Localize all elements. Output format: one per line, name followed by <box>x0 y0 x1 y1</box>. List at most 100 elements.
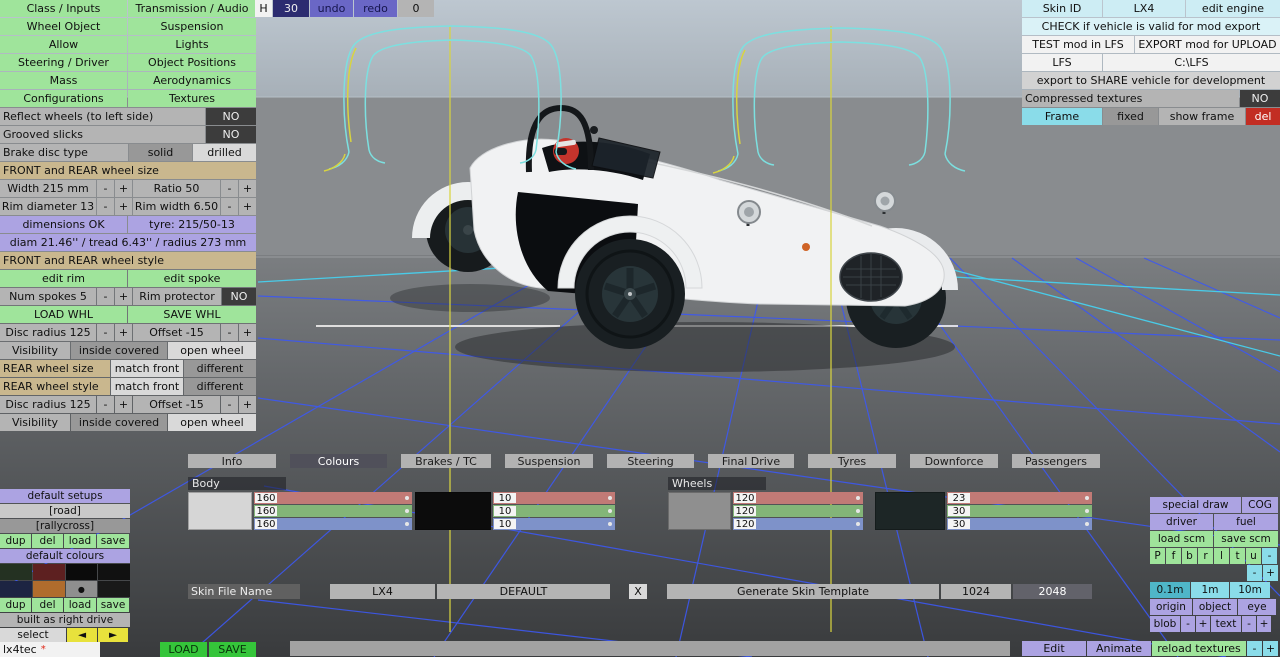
red-slider[interactable]: 10 <box>493 492 615 504</box>
slider-handle[interactable] <box>856 509 860 513</box>
vehicle-load-button[interactable]: LOAD <box>160 642 207 657</box>
rear-open-wheel-option[interactable]: open wheel <box>168 414 256 431</box>
body-colour-1-swatch[interactable] <box>188 492 252 530</box>
menu-mass[interactable]: Mass <box>0 72 127 89</box>
skin-res-2048-option[interactable]: 2048 <box>1013 584 1092 599</box>
green-slider[interactable]: 10 <box>493 505 615 517</box>
centre-origin-option[interactable]: origin <box>1150 599 1192 615</box>
slider-handle[interactable] <box>856 496 860 500</box>
tab-brakes-tc[interactable]: Brakes / TC <box>401 454 491 468</box>
tab-steering[interactable]: Steering <box>607 454 694 468</box>
num-spokes-minus-button[interactable]: - <box>97 288 114 305</box>
blob-plus-button[interactable]: + <box>1196 616 1210 632</box>
save-whl-button[interactable]: SAVE WHL <box>128 306 256 323</box>
menu-transmission-audio[interactable]: Transmission / Audio <box>128 0 256 17</box>
slider-handle[interactable] <box>1085 509 1089 513</box>
default-setups-header[interactable]: default setups <box>0 489 130 503</box>
tab-downforce[interactable]: Downforce <box>910 454 998 468</box>
grooved-slicks-value[interactable]: NO <box>206 126 256 143</box>
front-offset-minus-button[interactable]: - <box>221 324 238 341</box>
history-steps-value[interactable]: 30 <box>273 0 309 17</box>
rim-width-minus-button[interactable]: - <box>221 198 238 215</box>
text-label[interactable]: text <box>1211 616 1241 632</box>
menu-configurations[interactable]: Configurations <box>0 90 127 107</box>
red-slider[interactable]: 120 <box>733 492 863 504</box>
select-prev-button[interactable]: ◄ <box>67 628 97 642</box>
rear-inside-covered-option[interactable]: inside covered <box>71 414 167 431</box>
colour-swatch[interactable] <box>65 564 98 580</box>
wheels-colour-1-swatch[interactable] <box>668 492 731 530</box>
rear-offset-plus-button[interactable]: + <box>239 396 256 413</box>
front-disc-radius-value[interactable]: Disc radius 125 <box>0 324 96 341</box>
rim-width-plus-button[interactable]: + <box>239 198 256 215</box>
num-spokes-plus-button[interactable]: + <box>115 288 132 305</box>
tab-suspension[interactable]: Suspension <box>505 454 593 468</box>
view-right-button[interactable]: r <box>1198 548 1213 564</box>
slider-handle[interactable] <box>608 522 612 526</box>
reload-textures-button[interactable]: reload textures <box>1152 641 1246 656</box>
setup-del-button[interactable]: del <box>32 534 63 548</box>
brake-disc-drilled-option[interactable]: drilled <box>193 144 256 161</box>
green-slider[interactable]: 160 <box>254 505 412 517</box>
select-button[interactable]: select <box>0 628 66 642</box>
wheels-colour-2-swatch[interactable] <box>875 492 945 530</box>
driver-button[interactable]: driver <box>1150 514 1213 530</box>
save-scm-button[interactable]: save scm <box>1214 531 1278 547</box>
colour-dup-button[interactable]: dup <box>0 598 31 612</box>
rim-diameter-minus-button[interactable]: - <box>97 198 114 215</box>
test-mod-button[interactable]: TEST mod in LFS <box>1022 36 1134 53</box>
tab-final-drive[interactable]: Final Drive <box>708 454 794 468</box>
menu-class-inputs[interactable]: Class / Inputs <box>0 0 127 17</box>
slider-handle[interactable] <box>1085 496 1089 500</box>
slider-handle[interactable] <box>856 522 860 526</box>
setup-dup-button[interactable]: dup <box>0 534 31 548</box>
setup-item-road[interactable]: [road] <box>0 504 130 518</box>
load-whl-button[interactable]: LOAD WHL <box>0 306 127 323</box>
rear-size-different-option[interactable]: different <box>184 360 256 377</box>
setup-save-button[interactable]: save <box>97 534 129 548</box>
texture-plus-button[interactable]: + <box>1263 641 1278 656</box>
colour-load-button[interactable]: load <box>64 598 96 612</box>
undo-button[interactable]: undo <box>310 0 353 17</box>
rear-size-match-front-option[interactable]: match front <box>111 360 183 377</box>
body-colour-2-swatch[interactable] <box>415 492 491 530</box>
default-colours-header[interactable]: default colours <box>0 549 130 563</box>
blob-minus-button[interactable]: - <box>1181 616 1195 632</box>
select-next-button[interactable]: ► <box>98 628 128 642</box>
menu-allow[interactable]: Allow <box>0 36 127 53</box>
front-disc-radius-minus-button[interactable]: - <box>97 324 114 341</box>
text-minus-button[interactable]: - <box>1242 616 1256 632</box>
export-mod-button[interactable]: EXPORT mod for UPLOAD <box>1135 36 1280 53</box>
view-left-button[interactable]: l <box>1214 548 1229 564</box>
green-slider[interactable]: 120 <box>733 505 863 517</box>
rim-diameter-plus-button[interactable]: + <box>115 198 132 215</box>
front-offset-value[interactable]: Offset -15 <box>133 324 220 341</box>
colour-swatch[interactable] <box>0 564 32 580</box>
slider-handle[interactable] <box>405 496 409 500</box>
tab-info[interactable]: Info <box>188 454 276 468</box>
ratio-value[interactable]: Ratio 50 <box>133 180 220 197</box>
colour-swatch[interactable] <box>98 564 130 580</box>
zoom-out-button[interactable]: - <box>1247 565 1262 581</box>
frame-delete-button[interactable]: del <box>1246 108 1280 125</box>
fuel-button[interactable]: fuel <box>1214 514 1278 530</box>
setup-item-rallycross[interactable]: [rallycross] <box>0 519 130 533</box>
rim-diameter-value[interactable]: Rim diameter 13 <box>0 198 96 215</box>
built-right-drive-toggle[interactable]: built as right drive <box>0 613 130 627</box>
blob-label[interactable]: blob <box>1150 616 1180 632</box>
blue-slider[interactable]: 10 <box>493 518 615 530</box>
rear-offset-minus-button[interactable]: - <box>221 396 238 413</box>
load-scm-button[interactable]: load scm <box>1150 531 1213 547</box>
menu-steering-driver[interactable]: Steering / Driver <box>0 54 127 71</box>
rear-disc-radius-plus-button[interactable]: + <box>115 396 132 413</box>
setup-load-button[interactable]: load <box>64 534 96 548</box>
grid-10m-option[interactable]: 10m <box>1230 582 1270 598</box>
export-share-button[interactable]: export to SHARE vehicle for development <box>1022 72 1280 89</box>
grid-1m-option[interactable]: 1m <box>1191 582 1229 598</box>
front-inside-covered-option[interactable]: inside covered <box>71 342 167 359</box>
view-under-button[interactable]: u <box>1246 548 1261 564</box>
lfs-path-value[interactable]: C:\LFS <box>1103 54 1280 71</box>
menu-textures[interactable]: Textures <box>128 90 256 107</box>
menu-wheel-object[interactable]: Wheel Object <box>0 18 127 35</box>
menu-aerodynamics[interactable]: Aerodynamics <box>128 72 256 89</box>
